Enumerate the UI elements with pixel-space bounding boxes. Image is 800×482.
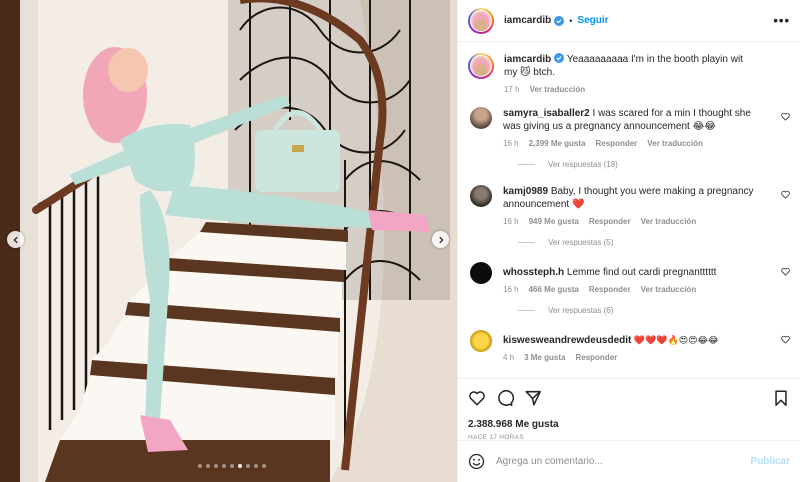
post-media[interactable] [0,0,457,482]
carousel-dot [230,464,234,468]
previous-photo-button[interactable] [7,231,24,248]
instagram-post-modal: iamcardib • Seguir ••• iamcardib Yeaaaaa… [0,0,800,482]
comment-username[interactable]: kamj0989 [503,186,548,197]
heart-icon[interactable] [781,112,790,121]
share-icon[interactable] [524,389,542,407]
comment-composer: Publicar [458,440,800,482]
comment-age[interactable]: 16 h [503,285,519,294]
comment-meta: 16 h 949 Me gusta Responder Ver traducci… [503,217,768,226]
comment-text: whossteph.h Lemme find out cardi pregnan… [503,266,768,279]
comment-input[interactable] [496,456,751,467]
translate-link[interactable]: Ver traducción [641,217,697,226]
carousel-dot [206,464,210,468]
caption-age[interactable]: 17 h [504,85,520,94]
post-actions: 2.388.968 Me gusta HACE 17 HORAS Publica… [458,378,800,482]
heart-icon[interactable] [781,335,790,344]
verified-badge-icon [554,15,565,26]
carousel-dot [222,464,226,468]
avatar[interactable] [470,107,492,129]
carousel-dot [246,464,250,468]
chevron-right-icon [438,236,444,243]
carousel-dot [254,464,258,468]
comment-item: kiswesweandrewdeusdedit ❤️❤️❤️🔥😍😍😂😂 4 h … [468,330,790,362]
comment-text: kiswesweandrewdeusdedit ❤️❤️❤️🔥😍😍😂😂 [503,334,768,347]
action-icons [468,387,790,409]
caption-username[interactable]: iamcardib [504,54,551,65]
verified-badge-icon [554,53,565,63]
comment-age[interactable]: 16 h [503,217,519,226]
follow-button[interactable]: Seguir [577,15,608,26]
reply-button[interactable]: Responder [589,285,631,294]
more-options-icon[interactable]: ••• [773,13,790,28]
next-photo-button[interactable] [432,231,449,248]
translate-link[interactable]: Ver traducción [647,139,703,148]
reply-button[interactable]: Responder [589,217,631,226]
emoji-icon[interactable] [468,453,485,470]
comment-item: samyra_isaballer2 I was scared for a min… [468,107,790,148]
caption-text: iamcardib Yeaaaaaaaaa I'm in the booth p… [504,53,749,79]
comment-text: samyra_isaballer2 I was scared for a min… [503,107,768,133]
comment-likes[interactable]: 949 Me gusta [529,217,579,226]
comment-username[interactable]: whossteph.h [503,267,564,278]
avatar[interactable] [470,185,492,207]
post-photo [0,0,457,482]
carousel-dot [214,464,218,468]
chevron-left-icon [12,236,18,243]
likes-count[interactable]: 2.388.968 Me gusta [468,419,790,430]
separator: • [569,15,573,26]
author-username[interactable]: iamcardib [504,15,551,26]
translate-link[interactable]: Ver traducción [530,85,586,94]
comment-likes[interactable]: 3 Me gusta [524,353,565,362]
avatar[interactable] [470,262,492,284]
carousel-dot [198,464,202,468]
avatar[interactable] [468,7,494,34]
comment-meta: 4 h 3 Me gusta Responder [503,353,768,362]
comment-body: Lemme find out cardi pregnantttttt [564,267,717,278]
comment-likes[interactable]: 466 Me gusta [529,285,579,294]
comment-username[interactable]: kiswesweandrewdeusdedit [503,335,631,346]
avatar[interactable] [468,53,494,79]
post-sidebar: iamcardib • Seguir ••• iamcardib Yeaaaaa… [457,0,800,482]
comment-item: kamj0989 Baby, I thought you were making… [468,185,790,226]
comment-meta: 16 h 466 Me gusta Responder Ver traducci… [503,285,768,294]
reply-button[interactable]: Responder [596,139,638,148]
comment-body: ❤️❤️❤️🔥😍😍😂😂 [631,335,719,345]
carousel-dot [262,464,266,468]
publish-button[interactable]: Publicar [751,456,790,467]
reply-button[interactable]: Responder [575,353,617,362]
post-header: iamcardib • Seguir ••• [458,0,800,42]
carousel-dot [238,464,242,468]
carousel-indicator [198,464,266,468]
comment-icon[interactable] [496,389,514,407]
caption-meta: 17 h Ver traducción [504,85,749,94]
comment-text: kamj0989 Baby, I thought you were making… [503,185,768,211]
comment-age[interactable]: 16 h [503,139,519,148]
heart-icon[interactable] [468,389,486,407]
heart-icon[interactable] [781,190,790,199]
comment-likes[interactable]: 2,399 Me gusta [529,139,586,148]
comment-username[interactable]: samyra_isaballer2 [503,108,590,119]
view-replies-button[interactable]: Ver respuestas (5) [518,238,790,247]
comment-meta: 16 h 2,399 Me gusta Responder Ver traduc… [503,139,768,148]
heart-icon[interactable] [781,267,790,276]
avatar[interactable] [470,330,492,352]
bookmark-icon[interactable] [772,389,790,407]
comment-item: whossteph.h Lemme find out cardi pregnan… [468,262,790,294]
translate-link[interactable]: Ver traducción [641,285,697,294]
view-replies-button[interactable]: Ver respuestas (6) [518,306,790,315]
comments-list[interactable]: iamcardib Yeaaaaaaaaa I'm in the booth p… [458,42,800,378]
comment-age[interactable]: 4 h [503,353,514,362]
post-caption: iamcardib Yeaaaaaaaaa I'm in the booth p… [468,42,790,94]
view-replies-button[interactable]: Ver respuestas (18) [518,160,790,169]
